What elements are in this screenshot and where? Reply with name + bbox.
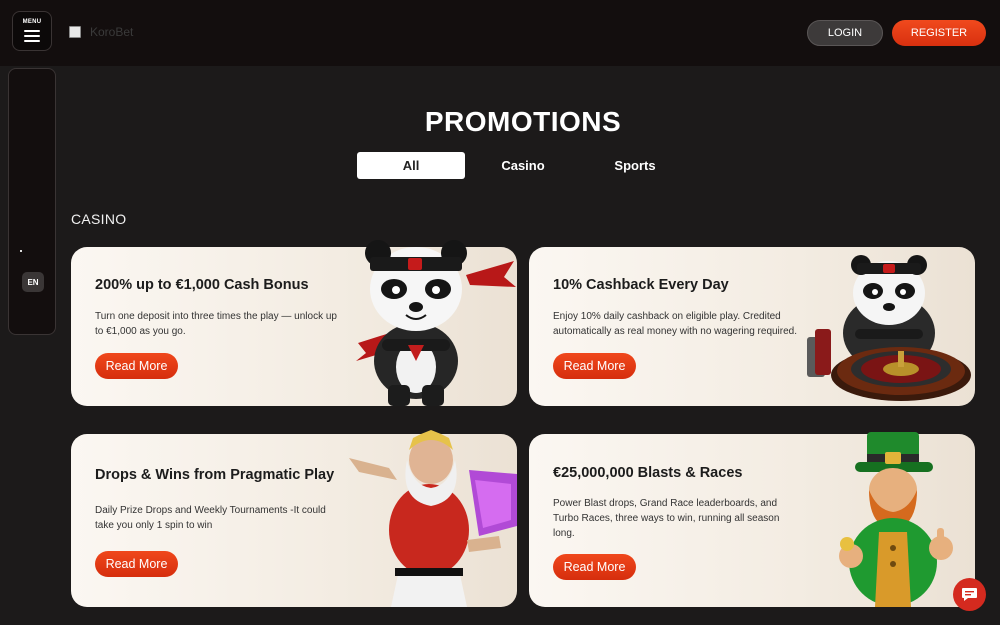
- read-more-button[interactable]: Read More: [95, 353, 178, 379]
- chat-button[interactable]: [953, 578, 986, 611]
- promo-card-title: Drops & Wins from Pragmatic Play: [95, 467, 335, 483]
- zeus-character-icon: [349, 430, 517, 607]
- promo-card: €25,000,000 Blasts & Races Power Blast d…: [529, 432, 975, 607]
- page-title: PROMOTIONS: [424, 106, 622, 137]
- promo-card-description: Daily Prize Drops and Weekly Tournaments…: [95, 505, 326, 531]
- panda-ninja-icon: [356, 240, 516, 406]
- promo-card-title: 10% Cashback Every Day: [553, 277, 729, 293]
- promo-card-description: Power Blast drops, Grand Race leaderboar…: [553, 498, 780, 539]
- read-more-button[interactable]: Read More: [553, 554, 636, 580]
- promo-card: 10% Cashback Every Day Enjoy 10% daily c…: [529, 247, 975, 406]
- chat-bubble-icon: [962, 588, 977, 601]
- menu-button[interactable]: MENU: [12, 11, 52, 51]
- promo-card: Drops & Wins from Pragmatic Play Daily P…: [71, 430, 517, 607]
- logo[interactable]: KoroBet: [69, 25, 133, 39]
- promo-card-description: Turn one deposit into three times the pl…: [95, 311, 337, 337]
- section-label: CASINO: [71, 211, 127, 227]
- promo-card-description: Enjoy 10% daily cashback on eligible pla…: [553, 311, 798, 337]
- register-button[interactable]: REGISTER: [892, 20, 986, 46]
- login-button[interactable]: LOGIN: [807, 20, 883, 46]
- tab-sports[interactable]: Sports: [581, 152, 689, 179]
- tab-all[interactable]: All: [357, 152, 465, 179]
- menu-label: MENU: [22, 19, 42, 25]
- logo-alt-text: KoroBet: [90, 25, 134, 39]
- hamburger-icon: [24, 29, 40, 32]
- tab-casino[interactable]: Casino: [469, 152, 577, 179]
- read-more-button[interactable]: Read More: [95, 551, 178, 577]
- sidebar-dot: [20, 250, 22, 252]
- promo-card-title: €25,000,000 Blasts & Races: [553, 465, 743, 481]
- language-selector[interactable]: EN: [22, 272, 44, 292]
- broken-image-icon: [69, 26, 81, 38]
- panda-roulette-icon: [807, 255, 971, 401]
- top-bar: MENU KoroBet LOGIN REGISTER: [0, 0, 1000, 66]
- promotion-tabs: All Casino Sports: [357, 152, 693, 179]
- read-more-button[interactable]: Read More: [553, 353, 636, 379]
- leprechaun-character-icon: [839, 432, 953, 607]
- promo-card: 200% up to €1,000 Cash Bonus Turn one de…: [71, 240, 517, 406]
- promo-card-title: 200% up to €1,000 Cash Bonus: [95, 277, 309, 293]
